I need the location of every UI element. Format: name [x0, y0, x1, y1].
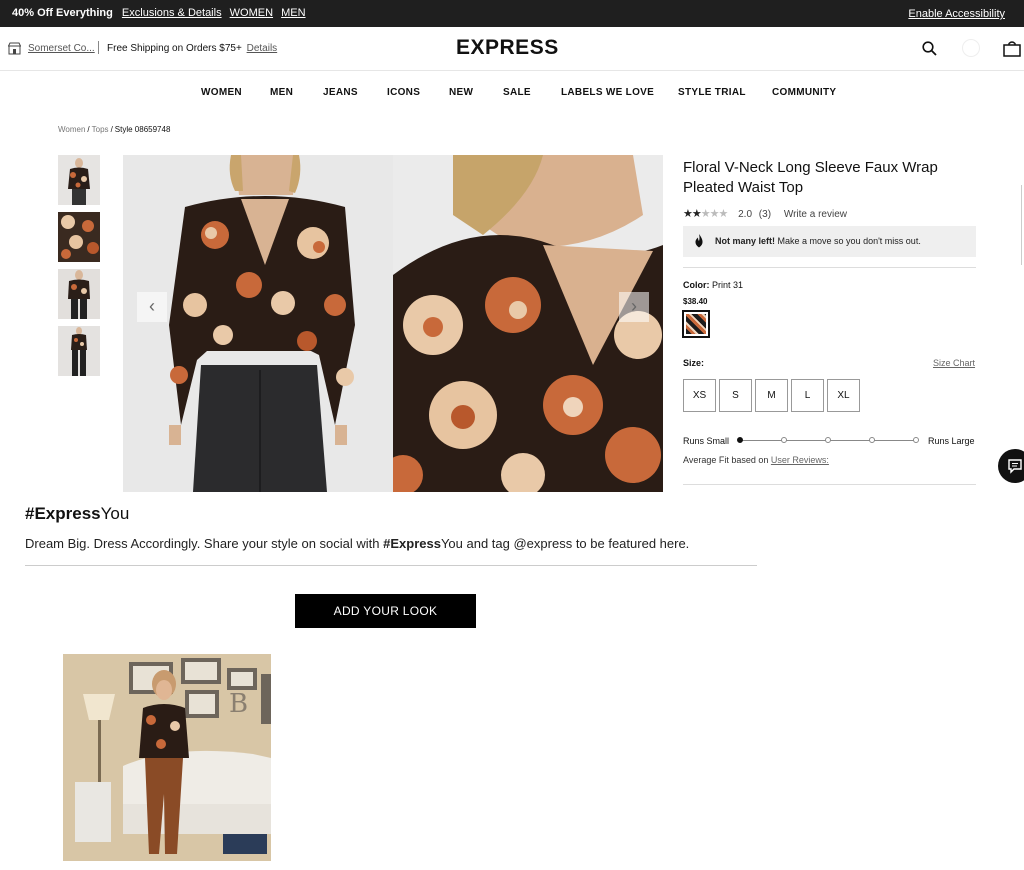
nav-labels-we-love[interactable]: LABELS WE LOVE [561, 87, 654, 98]
nav-icons[interactable]: ICONS [387, 87, 420, 98]
nav-jeans[interactable]: JEANS [323, 87, 358, 98]
store-selector[interactable]: Somerset Co... [28, 43, 95, 54]
express-you-title: #ExpressYou [25, 504, 130, 523]
search-icon[interactable] [922, 41, 937, 56]
fit-scale-dot [737, 437, 743, 443]
product-rating: ★★★★★ 2.0 (3) Write a review [683, 207, 847, 220]
fit-scale-dot [869, 437, 875, 443]
size-m-button[interactable]: M [755, 379, 788, 412]
product-image-front[interactable] [123, 155, 393, 492]
low-stock-notice: Not many left! Make a move so you don't … [683, 226, 976, 257]
customer-look-photo[interactable]: B [63, 654, 271, 861]
fit-scale-dot [913, 437, 919, 443]
info-divider [683, 267, 976, 268]
enable-accessibility-link[interactable]: Enable Accessibility [908, 8, 1005, 20]
breadcrumb-current: Style 08659748 [114, 125, 171, 134]
user-reviews-link[interactable]: User Reviews: [771, 455, 829, 465]
chevron-right-icon[interactable]: › [619, 292, 649, 322]
promo-headline: 40% Off Everything [12, 7, 113, 19]
low-stock-title: Not many left! [715, 236, 776, 246]
breadcrumb-women[interactable]: Women [58, 125, 85, 134]
size-l-button[interactable]: L [791, 379, 824, 412]
chat-icon [1008, 459, 1022, 474]
nav-men[interactable]: MEN [270, 87, 293, 98]
shipping-text: Free Shipping on Orders $75+ [107, 43, 242, 54]
header-divider [98, 41, 99, 54]
fit-scale-dot [825, 437, 831, 443]
account-icon[interactable] [962, 39, 980, 57]
product-thumbnail-1[interactable] [58, 155, 100, 205]
promo-bar: 40% Off Everything Exclusions & Details … [0, 0, 1024, 27]
promo-link-men[interactable]: MEN [281, 7, 305, 19]
nav-new[interactable]: NEW [449, 87, 473, 98]
store-icon[interactable] [8, 42, 21, 55]
product-image-closeup[interactable] [393, 155, 663, 492]
color-swatch-print-31[interactable] [682, 310, 710, 338]
chat-button[interactable] [998, 449, 1024, 483]
promo-link-women[interactable]: WOMEN [230, 7, 273, 19]
flame-icon [695, 234, 703, 248]
bag-icon[interactable] [1003, 41, 1021, 57]
scroll-edge [1021, 185, 1022, 265]
rating-stars: ★★★★★ [683, 208, 728, 220]
rating-value: 2.0 [738, 209, 753, 220]
fit-scale-dot [781, 437, 787, 443]
product-thumbnail-3[interactable] [58, 269, 100, 319]
chevron-left-icon[interactable]: ‹ [137, 292, 167, 322]
size-xl-button[interactable]: XL [827, 379, 860, 412]
nav-style-trial[interactable]: STYLE TRIAL [678, 87, 746, 98]
fit-runs-large: Runs Large [928, 436, 975, 446]
nav-community[interactable]: COMMUNITY [772, 87, 836, 98]
shipping-details-link[interactable]: Details [247, 43, 278, 54]
info-divider-2 [683, 484, 976, 485]
average-fit: Average Fit based on User Reviews: [683, 455, 829, 465]
product-thumbnail-2[interactable] [58, 212, 100, 262]
svg-text:B: B [229, 689, 248, 719]
color-label: Color: Print 31 [683, 280, 744, 290]
promo-link-exclusions[interactable]: Exclusions & Details [122, 7, 222, 19]
size-label: Size: [683, 358, 705, 368]
add-your-look-button[interactable]: ADD YOUR LOOK [295, 594, 476, 628]
shipping-message: Free Shipping on Orders $75+ Details [107, 43, 277, 54]
product-title: Floral V-Neck Long Sleeve Faux Wrap Plea… [683, 159, 938, 196]
size-s-button[interactable]: S [719, 379, 752, 412]
fit-runs-small: Runs Small [683, 436, 730, 446]
express-logo[interactable]: EXPRESS [456, 36, 559, 60]
express-you-divider [25, 565, 757, 566]
nav-sale[interactable]: SALE [503, 87, 531, 98]
review-count[interactable]: (3) [759, 209, 771, 220]
express-you-text: Dream Big. Dress Accordingly. Share your… [25, 536, 690, 551]
low-stock-text: Make a move so you don't miss out. [777, 236, 921, 246]
size-xs-button[interactable]: XS [683, 379, 716, 412]
breadcrumb: Women / Tops / Style 08659748 [58, 125, 171, 134]
main-nav: WOMEN MEN JEANS ICONS NEW SALE LABELS WE… [0, 87, 1024, 101]
nav-women[interactable]: WOMEN [201, 87, 242, 98]
site-header: Somerset Co... Free Shipping on Orders $… [0, 27, 1024, 71]
color-value: Print 31 [712, 280, 744, 290]
product-thumbnail-4[interactable] [58, 326, 100, 376]
size-chart-link[interactable]: Size Chart [933, 358, 975, 368]
product-price: $38.40 [683, 297, 708, 306]
breadcrumb-tops[interactable]: Tops [92, 125, 109, 134]
write-review-link[interactable]: Write a review [784, 209, 847, 220]
